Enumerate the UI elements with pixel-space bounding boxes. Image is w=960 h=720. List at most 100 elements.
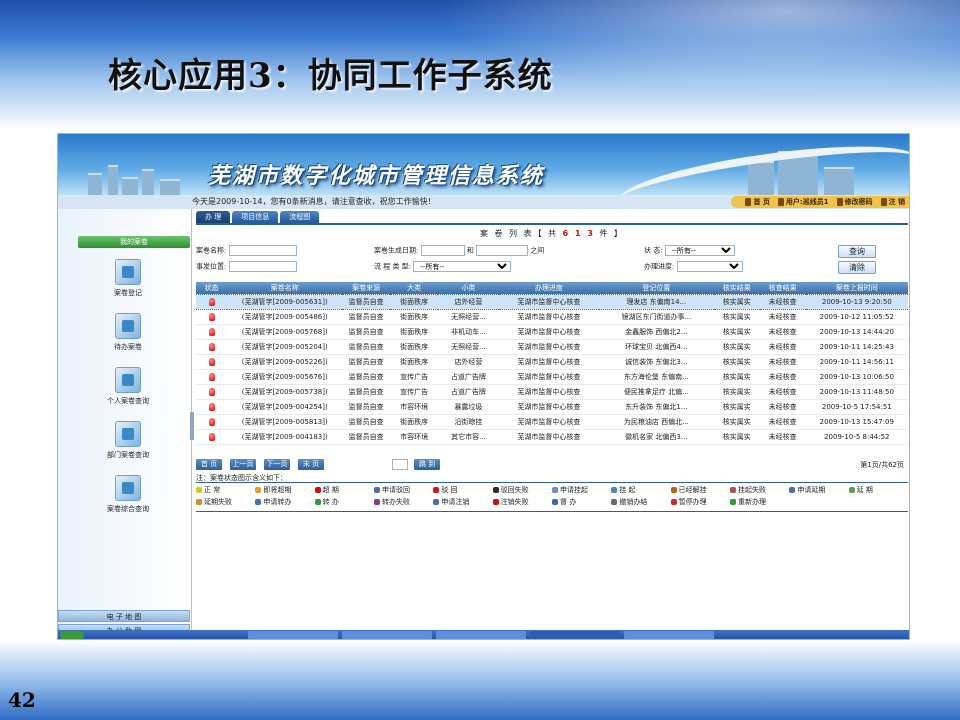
taskbar-item-active[interactable] [530,631,620,639]
table-cell: 2009-10-13 9:20:50 [805,293,908,310]
info-bar: 今天是2009-10-14，您有0条新消息，请注意查收，祝您工作愉快！ 首 页 … [58,195,909,209]
sidebar-item-personal-query[interactable]: 个人案卷查询 [98,367,158,406]
legend-label: 挂 起 [619,486,636,494]
taskbar-item[interactable] [436,631,526,639]
status-cell [196,293,228,310]
column-header[interactable]: 小类 [438,282,499,294]
taskbar-item[interactable] [624,631,714,639]
status-bulb-icon [208,372,215,381]
search-form: 案卷名称: 事发位置: 案卷生成日期: 和 之间 流 程 类 型: --所有-- [196,243,908,279]
change-password-link[interactable]: 修改密码 [836,196,873,208]
sidebar-header[interactable]: 我的案卷 [78,236,190,248]
status-cell [196,429,228,445]
and-label: 和 [466,246,474,255]
case-name-cell[interactable]: (芜湖管字[2009-005768]) [227,324,343,340]
case-name-cell[interactable]: (芜湖管字[2009-005226]) [227,354,343,370]
case-name-cell[interactable]: (芜湖管字[2009-005676]) [227,369,343,385]
prev-page-button[interactable]: 上一页 [230,459,256,470]
table-cell: 为民粮油店 西偏北... [598,414,714,430]
table-row[interactable]: (芜湖管字[2009-005738]) 监督员自查 宣传广告 占道广告牌 芜湖市监督中心… [196,384,908,400]
table-cell: 其它市容... [438,429,499,445]
logout-link[interactable]: 注 销 [880,196,905,208]
column-header[interactable]: 核查结果 [759,282,806,294]
taskbar-item[interactable] [248,631,338,639]
legend-label: 已经解挂 [678,486,707,494]
home-link[interactable]: 首 页 [745,196,770,208]
column-header[interactable]: 案卷名称 [227,282,343,294]
table-cell: 2009-10-11 14:56:11 [805,354,908,370]
table-row[interactable]: (芜湖管字[2009-005204]) 监督员自查 街面秩序 无照经营... 芜湖市监督… [196,339,908,355]
table-row[interactable]: (芜湖管字[2009-005676]) 监督员自查 宣传广告 占道广告牌 芜湖市监督中心… [196,369,908,385]
location-label: 事发位置: [196,262,227,271]
user-icon [777,198,784,206]
case-name-cell[interactable]: (芜湖管字[2009-005486]) [227,309,343,325]
first-page-button[interactable]: 首 页 [196,459,222,470]
table-cell: 未经核查 [759,293,806,310]
table-row[interactable]: (芜湖管字[2009-005631]) 监督员自查 街面秩序 店外经营 芜湖市监督中心核… [196,293,908,310]
sidebar-item-electronic-map[interactable]: 电 子 地 图 [58,610,190,622]
progress-select[interactable] [676,261,743,272]
case-name-cell[interactable]: (芜湖管字[2009-004183]) [227,429,343,445]
flow-type-field-group: 流 程 类 型: --所有-- [374,261,512,272]
sidebar-collapse-handle[interactable] [190,412,194,440]
legend-label: 撤销办结 [619,498,648,506]
tab-project-info[interactable]: 项目信息 [232,211,279,223]
status-cell [196,414,228,430]
case-name-cell[interactable]: (芜湖管字[2009-005738]) [227,384,343,400]
start-date-input[interactable] [420,245,465,256]
column-header[interactable]: 案卷上报时间 [805,282,908,294]
status-select[interactable]: --所有-- [664,245,735,256]
column-header[interactable]: 办理进度 [498,282,599,294]
case-name-cell[interactable]: (芜湖管字[2009-005813]) [227,414,343,430]
next-page-button[interactable]: 下一页 [264,459,290,470]
table-cell: 徽机名家 北偏西3... [598,429,714,445]
table-cell: 核实属实 [713,414,760,430]
table-cell: 街面秩序 [390,339,439,355]
table-row[interactable]: (芜湖管字[2009-005226]) 监督员自查 街面秩序 店外经营 芜湖市监督中心核… [196,354,908,370]
column-header[interactable]: 登记位置 [598,282,714,294]
column-header[interactable]: 大类 [390,282,439,294]
tab-flowchart[interactable]: 流程图 [280,211,320,223]
location-input[interactable] [228,261,297,272]
last-page-button[interactable]: 末 页 [298,459,324,470]
page-jump-input[interactable] [392,459,408,470]
column-header[interactable]: 核实结果 [713,282,760,294]
date-range-field-group: 案卷生成日期: 和 之间 [374,245,544,256]
legend-item: 申请驳回 [373,485,433,495]
table-row[interactable]: (芜湖管字[2009-005768]) 监督员自查 街面秩序 非机动车... 芜湖市监督… [196,324,908,340]
overpass-graphic [615,134,909,195]
legend-status-icon [433,499,440,505]
table-row[interactable]: (芜湖管字[2009-004183]) 监督员自查 市容环境 其它市容... 芜湖市监督… [196,429,908,445]
sidebar-item-pending-cases[interactable]: 待办案卷 [98,313,158,352]
case-name-cell[interactable]: (芜湖管字[2009-004254]) [227,399,343,415]
taskbar-item[interactable] [342,631,432,639]
legend-label: 重新办理 [737,498,766,506]
end-date-input[interactable] [476,245,529,256]
case-name-cell[interactable]: (芜湖管字[2009-005204]) [227,339,343,355]
column-header[interactable]: 案卷来源 [342,282,391,294]
sidebar-item-department-query[interactable]: 部门案卷查询 [98,421,158,460]
clear-button[interactable]: 清除 [838,261,876,274]
sidebar-item-case-register[interactable]: 案卷登记 [98,259,158,298]
start-button[interactable] [60,631,84,639]
table-row[interactable]: (芜湖管字[2009-005813]) 监督员自查 街面秩序 沿街晾挂 芜湖市监督中心核… [196,414,908,430]
jump-button[interactable]: 跳 到 [414,459,440,470]
column-header[interactable]: 状态 [196,282,228,294]
legend-divider [196,482,908,483]
sidebar-item-comprehensive-query[interactable]: 案卷综合查询 [98,475,158,514]
tab-handle[interactable]: 办 理 [196,211,231,223]
legend-label: 申请延期 [797,486,826,494]
table-cell: 核实属实 [713,293,760,310]
table-row[interactable]: (芜湖管字[2009-004254]) 监督员自查 市容环境 暴露垃圾 芜湖市监督中心核… [196,399,908,415]
case-name-cell[interactable]: (芜湖管字[2009-005631]) [227,293,343,310]
table-cell: 监督员自查 [342,429,391,445]
case-name-input[interactable] [228,245,297,256]
case-register-icon [115,259,141,285]
table-cell: 核实属实 [713,339,760,355]
flow-type-select[interactable]: --所有-- [413,261,512,272]
legend-item: 撤销办结 [611,497,670,507]
table-row[interactable]: (芜湖管字[2009-005486]) 监督员自查 街面秩序 无照经营... 芜湖市监督… [196,309,908,325]
legend-status-icon [848,487,855,493]
query-button[interactable]: 查询 [838,245,876,258]
legend-item: 申请挂起 [551,485,611,495]
